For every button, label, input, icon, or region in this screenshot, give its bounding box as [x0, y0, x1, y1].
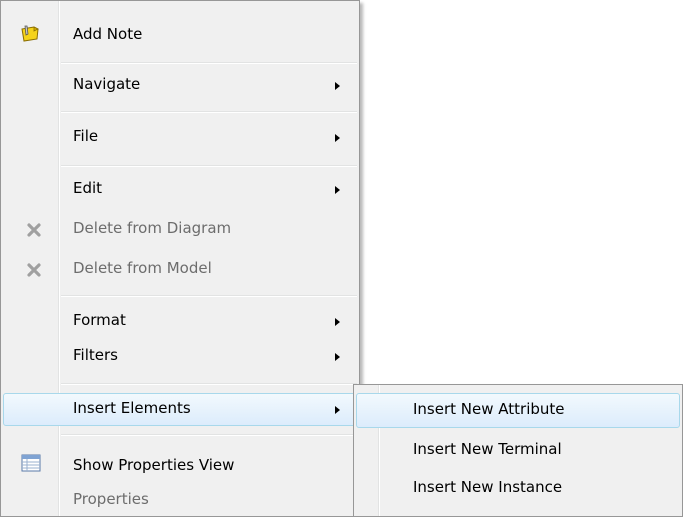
- menu-separator: [61, 295, 357, 297]
- menu-item-label: Insert New Terminal: [413, 440, 562, 458]
- context-menu: Add Note Navigate File Edit Delete from …: [0, 0, 360, 517]
- menu-item-delete-from-diagram[interactable]: Delete from Diagram: [3, 215, 357, 245]
- submenu-arrow-icon: [335, 353, 340, 361]
- menu-separator: [61, 383, 357, 385]
- menu-item-show-properties-view[interactable]: Show Properties View: [3, 452, 357, 482]
- submenu-arrow-icon: [335, 134, 340, 142]
- menu-item-label: Delete from Model: [73, 259, 212, 277]
- menu-item-format[interactable]: Format: [3, 307, 357, 337]
- menu-item-edit[interactable]: Edit: [3, 175, 357, 205]
- submenu-arrow-icon: [335, 318, 340, 326]
- submenu-arrow-icon: [335, 82, 340, 90]
- submenu-arrow-icon: [335, 186, 340, 194]
- menu-separator: [61, 434, 357, 436]
- menu-item-delete-from-model[interactable]: Delete from Model: [3, 255, 357, 285]
- submenu-item-insert-new-instance[interactable]: Insert New Instance: [356, 474, 680, 504]
- properties-table-icon: [21, 454, 41, 476]
- insert-elements-submenu: Insert New Attribute Insert New Terminal…: [353, 384, 683, 517]
- menu-item-filters[interactable]: Filters: [3, 342, 357, 372]
- submenu-item-insert-new-terminal[interactable]: Insert New Terminal: [356, 436, 680, 466]
- menu-item-label: Navigate: [73, 75, 141, 93]
- submenu-item-insert-new-attribute[interactable]: Insert New Attribute: [356, 396, 680, 426]
- menu-item-label: Properties: [73, 490, 149, 508]
- menu-item-label: Show Properties View: [73, 456, 235, 474]
- menu-item-label: Delete from Diagram: [73, 219, 232, 237]
- menu-item-label: Format: [73, 311, 126, 329]
- sticky-note-icon: [19, 25, 41, 47]
- delete-x-icon: [27, 263, 41, 281]
- menu-separator: [61, 111, 357, 113]
- menu-item-label: Add Note: [73, 25, 143, 43]
- menu-item-properties[interactable]: Properties: [3, 486, 357, 516]
- menu-item-navigate[interactable]: Navigate: [3, 71, 357, 101]
- submenu-arrow-icon: [335, 406, 340, 414]
- menu-item-file[interactable]: File: [3, 123, 357, 153]
- menu-item-label: Insert New Instance: [413, 478, 563, 496]
- menu-item-insert-elements[interactable]: Insert Elements: [3, 395, 357, 425]
- menu-item-label: Filters: [73, 346, 118, 364]
- menu-item-label: Edit: [73, 179, 103, 197]
- menu-separator: [61, 62, 357, 64]
- menu-item-label: File: [73, 127, 99, 145]
- menu-item-add-note[interactable]: Add Note: [3, 21, 357, 51]
- delete-x-icon: [27, 223, 41, 241]
- menu-item-label: Insert New Attribute: [413, 400, 565, 418]
- menu-item-label: Insert Elements: [73, 399, 191, 417]
- menu-separator: [61, 165, 357, 167]
